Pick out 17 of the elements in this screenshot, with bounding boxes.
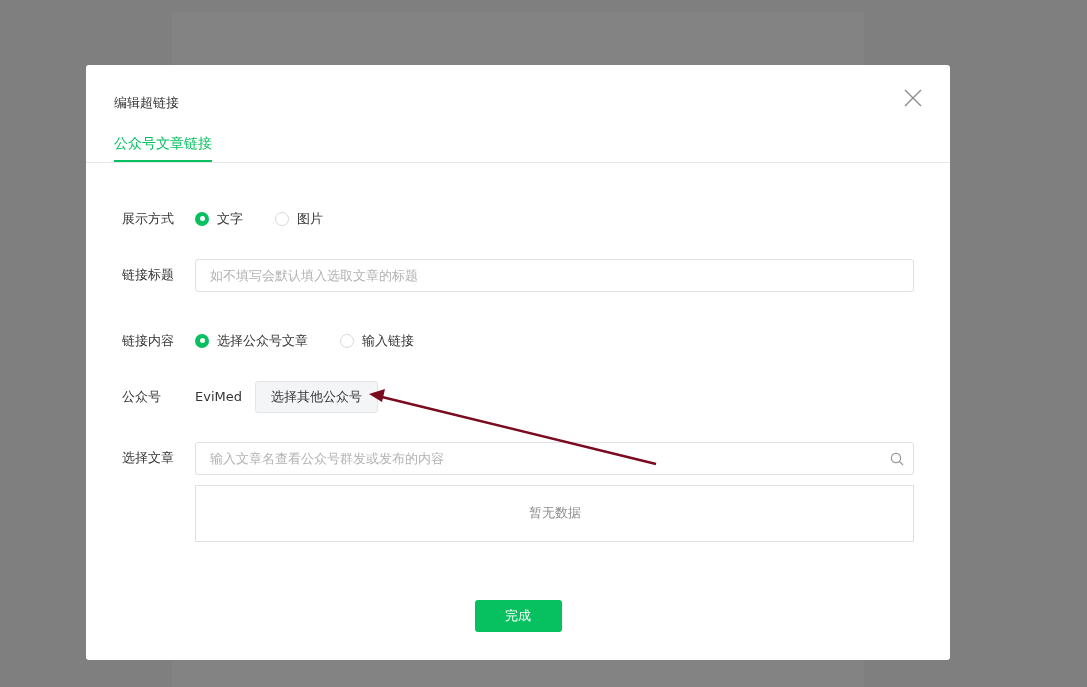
link-title-field[interactable]: 如不填写会默认填入选取文章的标题 xyxy=(195,258,914,292)
choose-account-button[interactable]: 选择其他公众号 xyxy=(255,380,378,413)
account-name: EviMed xyxy=(195,387,242,406)
field-label: 选择文章 xyxy=(122,448,175,467)
field-label: 链接标题 xyxy=(122,265,175,284)
search-icon[interactable] xyxy=(890,451,904,466)
field-label: 链接内容 xyxy=(122,331,175,350)
field-label: 公众号 xyxy=(122,387,162,406)
empty-message: 暂无数据 xyxy=(528,504,581,523)
close-button[interactable] xyxy=(904,89,922,107)
dialog-title: 编辑超链接 xyxy=(114,94,179,112)
radio-option[interactable]: 文字 xyxy=(195,208,243,229)
radio-option[interactable]: 输入链接 xyxy=(340,330,414,351)
article-search-field[interactable]: 输入文章名查看公众号群发或发布的内容 xyxy=(195,441,914,475)
radio-option[interactable]: 图片 xyxy=(275,208,323,229)
field-label: 展示方式 xyxy=(122,209,175,228)
radio-option[interactable]: 选择公众号文章 xyxy=(195,330,308,351)
